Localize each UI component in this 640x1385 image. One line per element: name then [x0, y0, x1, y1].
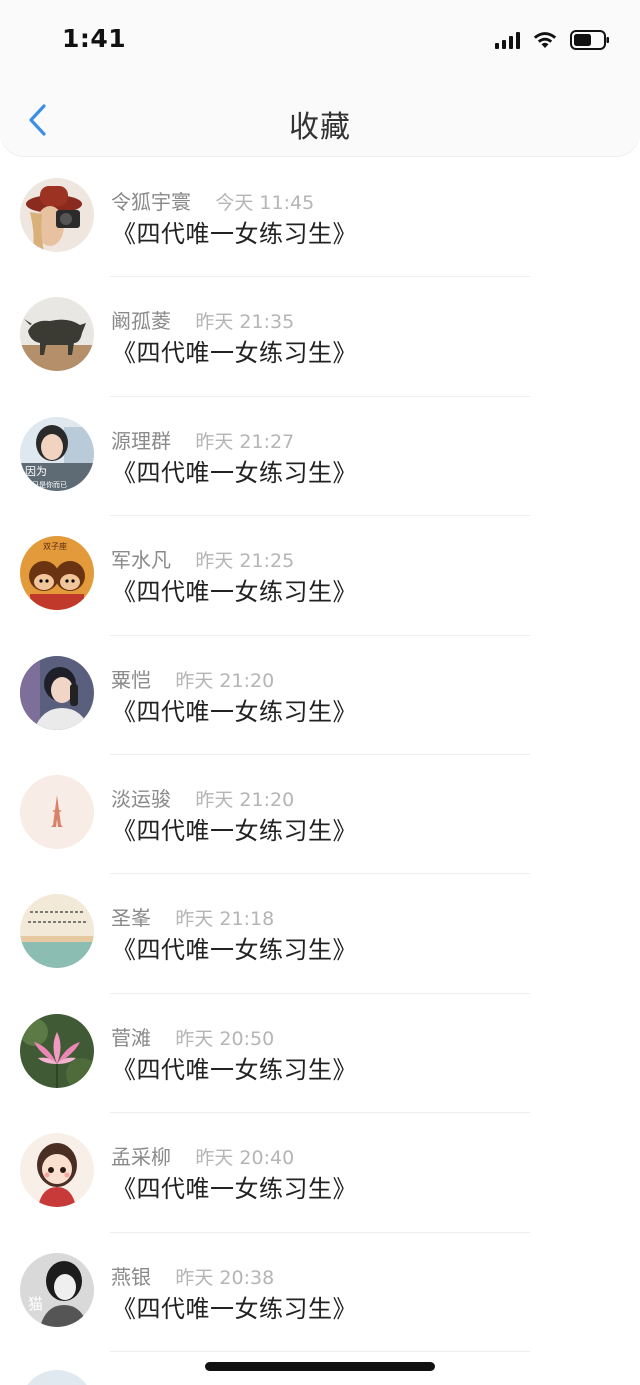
- list-item[interactable]: 双子座 军水凡 昨天 21:25 《四代唯一女练习生》: [0, 516, 640, 636]
- timestamp: 昨天 20:38: [175, 1266, 275, 1289]
- item-message[interactable]: 《四代唯一女练习生》: [112, 930, 357, 965]
- timestamp: 昨天 21:18: [175, 908, 275, 931]
- list-item[interactable]: 淡运骏 昨天 21:20 《四代唯一女练习生》: [0, 755, 640, 875]
- username[interactable]: 圣峯: [111, 906, 151, 930]
- nav-bar: 收藏: [0, 84, 640, 156]
- avatar[interactable]: [20, 1013, 94, 1088]
- timestamp: 昨天 21:27: [195, 430, 295, 453]
- timestamp: 昨天 20:50: [175, 1027, 275, 1050]
- avatar[interactable]: 猫: [20, 1252, 94, 1327]
- list-item[interactable]: 孟采柳 昨天 20:40 《四代唯一女练习生》: [0, 1113, 640, 1233]
- item-meta: 阚孤菱 昨天 21:35: [111, 305, 294, 334]
- status-time: 1:41: [62, 24, 127, 53]
- username[interactable]: 菅滩: [111, 1026, 151, 1050]
- username[interactable]: 阚孤菱: [111, 309, 171, 333]
- item-meta: 菅滩 昨天 20:50: [111, 1022, 274, 1051]
- wifi-icon: [532, 30, 558, 50]
- item-meta: 圣峯 昨天 21:18: [111, 902, 274, 931]
- battery-icon: [570, 30, 610, 50]
- status-icons: [495, 28, 610, 52]
- avatar[interactable]: [20, 178, 94, 252]
- svg-text:因为: 因为: [25, 465, 47, 478]
- list-item[interactable]: 令狐宇寰 今天 11:45 《四代唯一女练习生》: [0, 158, 640, 278]
- svg-text:只是你而已: 只是你而已: [32, 480, 67, 489]
- timestamp: 昨天 21:20: [195, 788, 295, 811]
- item-message[interactable]: 《四代唯一女练习生》: [112, 333, 357, 368]
- item-message[interactable]: 《四代唯一女练习生》: [112, 1169, 357, 1204]
- username[interactable]: 淡运骏: [111, 787, 171, 811]
- avatar[interactable]: 因为 只是你而已: [20, 416, 94, 491]
- favorites-list: 令狐宇寰 今天 11:45 《四代唯一女练习生》 阚孤菱 昨天 21:35 《四…: [0, 158, 640, 1352]
- item-message[interactable]: 《四代唯一女练习生》: [112, 811, 357, 846]
- timestamp: 昨天 20:40: [195, 1147, 295, 1170]
- username[interactable]: 令狐宇寰: [111, 190, 191, 214]
- item-message[interactable]: 《四代唯一女练习生》: [112, 692, 357, 727]
- timestamp: 昨天 21:20: [175, 669, 275, 692]
- username[interactable]: 军水凡: [111, 548, 171, 572]
- avatar[interactable]: [20, 774, 94, 849]
- username[interactable]: 粟恺: [111, 668, 151, 692]
- list-item[interactable]: 圣峯 昨天 21:18 《四代唯一女练习生》: [0, 874, 640, 994]
- username[interactable]: 孟采柳: [111, 1145, 171, 1169]
- item-message[interactable]: 《四代唯一女练习生》: [112, 214, 357, 249]
- list-item[interactable]: 猫 燕银 昨天 20:38 《四代唯一女练习生》: [0, 1233, 640, 1352]
- item-meta: 燕银 昨天 20:38: [111, 1261, 274, 1290]
- item-message[interactable]: 《四代唯一女练习生》: [112, 1289, 357, 1324]
- item-meta: 军水凡 昨天 21:25: [111, 544, 294, 573]
- username[interactable]: 源理群: [111, 429, 171, 453]
- item-meta: 孟采柳 昨天 20:40: [111, 1141, 294, 1170]
- avatar[interactable]: [20, 894, 94, 969]
- avatar[interactable]: [20, 297, 94, 372]
- home-indicator[interactable]: [205, 1362, 435, 1371]
- timestamp: 昨天 21:35: [195, 311, 295, 334]
- item-meta: 令狐宇寰 今天 11:45: [111, 186, 314, 215]
- timestamp: 今天 11:45: [215, 192, 315, 214]
- status-bar: 1:41: [0, 0, 640, 84]
- list-item[interactable]: 菅滩 昨天 20:50 《四代唯一女练习生》: [0, 994, 640, 1114]
- item-message[interactable]: 《四代唯一女练习生》: [112, 453, 357, 488]
- list-item[interactable]: 粟恺 昨天 21:20 《四代唯一女练习生》: [0, 636, 640, 755]
- item-meta: 淡运骏 昨天 21:20: [111, 783, 294, 812]
- item-message[interactable]: 《四代唯一女练习生》: [112, 572, 357, 607]
- svg-text:双子座: 双子座: [43, 541, 67, 551]
- username[interactable]: 燕银: [111, 1265, 151, 1289]
- avatar[interactable]: [20, 655, 94, 730]
- avatar: [20, 1370, 94, 1385]
- avatar[interactable]: [20, 1133, 94, 1208]
- item-meta: 源理群 昨天 21:27: [111, 425, 294, 454]
- list-item[interactable]: 阚孤菱 昨天 21:35 《四代唯一女练习生》: [0, 277, 640, 397]
- svg-text:猫: 猫: [28, 1295, 43, 1313]
- signal-icon: [495, 31, 520, 49]
- timestamp: 昨天 21:25: [195, 550, 295, 573]
- avatar[interactable]: 双子座: [20, 536, 94, 611]
- item-meta: 粟恺 昨天 21:20: [111, 664, 274, 693]
- list-item[interactable]: 因为 只是你而已 源理群 昨天 21:27 《四代唯一女练习生》: [0, 397, 640, 517]
- item-message[interactable]: 《四代唯一女练习生》: [112, 1050, 357, 1085]
- page-title: 收藏: [289, 110, 351, 145]
